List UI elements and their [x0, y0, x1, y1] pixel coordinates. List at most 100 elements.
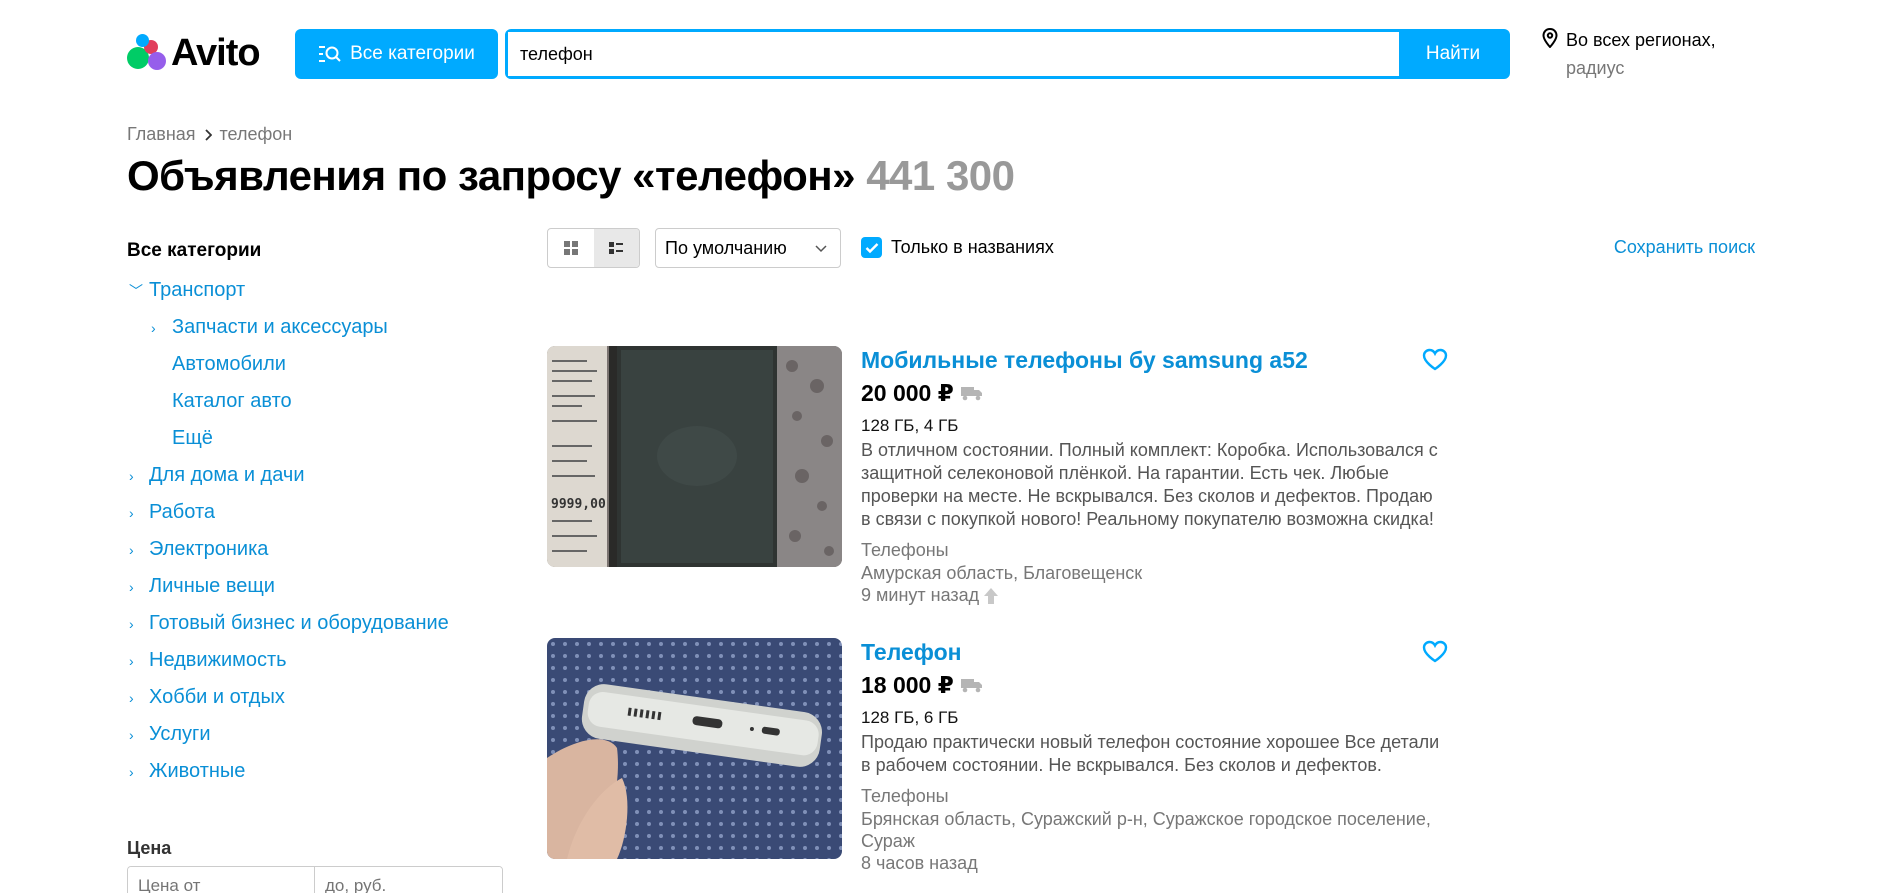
sidebar-item-label: Недвижимость: [149, 649, 287, 671]
listing-body: Мобильные телефоны бу samsung a52 20 000…: [861, 346, 1446, 607]
chevron-right-icon: ›: [129, 652, 134, 669]
menu-search-icon: [319, 46, 341, 62]
sidebar-item-label: Работа: [149, 501, 215, 523]
list-icon: [609, 242, 624, 254]
breadcrumb-current[interactable]: телефон: [220, 124, 293, 145]
location-pin-icon: [1542, 28, 1558, 48]
title-only-checkbox[interactable]: Только в названиях: [861, 237, 1054, 258]
favorite-heart-icon[interactable]: [1422, 348, 1448, 372]
listing-specs: 128 ГБ, 4 ГБ: [861, 416, 959, 435]
listing-location: Амурская область, Благовещенск: [861, 563, 1143, 583]
sidebar-item-business[interactable]: › Готовый бизнес и оборудование: [127, 605, 507, 642]
favorite-heart-icon[interactable]: [1422, 640, 1448, 664]
region-selector[interactable]: Во всех регионах, радиус: [1542, 26, 1716, 82]
results-toolbar: По умолчанию Только в названиях Сохранит…: [547, 228, 1757, 268]
category-list: ﹀ Транспорт › Запчасти и аксессуары Автомо…: [127, 272, 507, 790]
all-categories-label: Все категории: [350, 43, 475, 64]
logo-dots-icon: [127, 33, 167, 74]
chevron-right-icon: ›: [129, 689, 134, 706]
chevron-right-icon: ›: [129, 467, 134, 484]
phone-receipt-photo: 9999,00: [547, 346, 842, 567]
search-bar: Найти: [505, 29, 1510, 79]
listing-price: 20 000 ₽: [861, 379, 1446, 407]
listing-photo[interactable]: 9999,00: [547, 346, 842, 567]
sidebar-item-electronics[interactable]: › Электроника: [127, 531, 507, 568]
sidebar-item-parts[interactable]: › Запчасти и аксессуары: [127, 309, 507, 346]
listing-category: Телефоны: [861, 786, 949, 806]
price-from-input[interactable]: [128, 867, 315, 893]
sidebar-item-label: Личные вещи: [149, 575, 275, 597]
sidebar-heading[interactable]: Все категории: [127, 240, 507, 262]
chevron-right-icon: [204, 128, 212, 141]
save-search-link[interactable]: Сохранить поиск: [1614, 237, 1755, 258]
header: Avito Все категории Найти Во всех регион…: [0, 0, 1902, 100]
region-line1: Во всех регионах,: [1566, 30, 1716, 50]
sidebar-item-animals[interactable]: › Животные: [127, 753, 507, 790]
price-to-input[interactable]: [315, 867, 502, 893]
delivery-truck-icon: [960, 679, 982, 693]
chevron-down-icon: ﹀: [129, 282, 143, 299]
chevron-right-icon: ›: [129, 763, 134, 780]
listing-description: В отличном состоянии. Полный комплект: К…: [861, 440, 1438, 529]
sidebar-item-more[interactable]: Ещё: [127, 420, 507, 457]
chevron-right-icon: ›: [151, 319, 156, 336]
listing-specs: 128 ГБ, 6 ГБ: [861, 708, 959, 727]
sidebar-item-label: Ещё: [172, 427, 213, 449]
page-title-text: Объявления по запросу «телефон»: [127, 152, 856, 199]
sidebar-item-label: Транспорт: [149, 279, 246, 301]
svg-text:9999,00: 9999,00: [551, 497, 606, 512]
view-toggle: [547, 228, 640, 268]
sidebar-item-label: Для дома и дачи: [149, 464, 305, 486]
sidebar-item-label: Автомобили: [172, 353, 286, 375]
promoted-arrow-up-icon: [984, 587, 999, 604]
sort-select[interactable]: По умолчанию: [655, 228, 841, 268]
listing-price-value: 20 000 ₽: [861, 380, 954, 406]
search-input[interactable]: [508, 32, 1399, 76]
sidebar-item-label: Готовый бизнес и оборудование: [149, 612, 449, 634]
region-line2: радиус: [1566, 58, 1625, 78]
listing-location: Брянская область, Суражский р-н, Суражск…: [861, 809, 1431, 851]
sidebar-item-label: Хобби и отдых: [149, 686, 285, 708]
sidebar-item-label: Электроника: [149, 538, 269, 560]
chevron-right-icon: ›: [129, 541, 134, 558]
breadcrumb-home[interactable]: Главная: [127, 124, 196, 145]
chevron-right-icon: ›: [129, 726, 134, 743]
chevron-right-icon: ›: [129, 504, 134, 521]
search-button[interactable]: Найти: [1399, 32, 1507, 76]
sidebar-item-label: Каталог авто: [172, 390, 292, 412]
listing-time-text: 8 часов назад: [861, 853, 978, 873]
listing-time: 9 минут назад: [861, 584, 1446, 607]
logo-text: Avito: [171, 32, 261, 74]
listing-body: Телефон 18 000 ₽ 128 ГБ, 6 ГБ Продаю пра…: [861, 638, 1446, 875]
phone-in-hand-photo: [547, 638, 842, 859]
listing-title[interactable]: Мобильные телефоны бу samsung a52: [861, 346, 1446, 374]
grid-icon: [563, 241, 578, 255]
chevron-right-icon: ›: [129, 578, 134, 595]
chevron-right-icon: ›: [129, 615, 134, 632]
all-categories-button[interactable]: Все категории: [295, 29, 498, 79]
listing-description: Продаю практически новый телефон состоян…: [861, 732, 1440, 775]
title-only-label: Только в названиях: [891, 237, 1054, 257]
chevron-down-icon: [815, 245, 827, 253]
listing-price: 18 000 ₽: [861, 671, 1446, 699]
listing-title[interactable]: Телефон: [861, 638, 1446, 666]
sidebar-item-cars[interactable]: Автомобили: [127, 346, 507, 383]
results-count: 441 300: [866, 152, 1015, 199]
sidebar-item-jobs[interactable]: › Работа: [127, 494, 507, 531]
sidebar-item-car-catalog[interactable]: Каталог авто: [127, 383, 507, 420]
sidebar-item-home-garden[interactable]: › Для дома и дачи: [127, 457, 507, 494]
sidebar-item-personal[interactable]: › Личные вещи: [127, 568, 507, 605]
listing-category: Телефоны: [861, 540, 949, 560]
sidebar-item-label: Услуги: [149, 723, 211, 745]
sidebar-item-services[interactable]: › Услуги: [127, 716, 507, 753]
sidebar-item-realty[interactable]: › Недвижимость: [127, 642, 507, 679]
grid-view-button[interactable]: [548, 229, 594, 267]
listing-price-value: 18 000 ₽: [861, 672, 954, 698]
avito-logo[interactable]: Avito: [127, 32, 261, 75]
listing-photo[interactable]: [547, 638, 842, 859]
list-view-button[interactable]: [593, 229, 639, 267]
checkbox-checked-icon: [861, 237, 882, 258]
sidebar-item-hobby[interactable]: › Хобби и отдых: [127, 679, 507, 716]
sidebar-item-transport[interactable]: ﹀ Транспорт: [127, 272, 507, 309]
page-title: Объявления по запросу «телефон» 441 300: [127, 152, 1015, 200]
